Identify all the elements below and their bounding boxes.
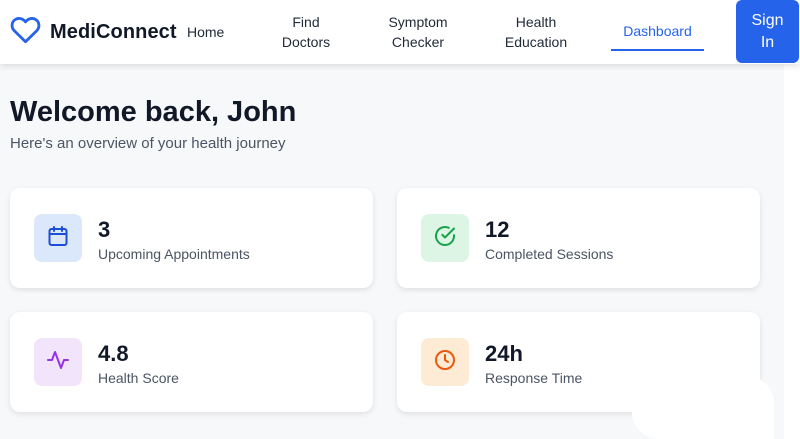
stat-label: Response Time [485, 370, 583, 386]
page-title: Welcome back, John [10, 96, 297, 128]
heart-icon [10, 16, 41, 49]
nav-symptom-checker[interactable]: Symptom Checker [382, 12, 454, 52]
stat-card-upcoming-appointments[interactable]: 3 Upcoming Appointments [10, 188, 373, 288]
nav-dashboard[interactable]: Dashboard [611, 21, 704, 51]
nav-health-education[interactable]: Health Education [500, 12, 572, 52]
page-subtitle: Here's an overview of your health journe… [10, 135, 286, 152]
nav-health-education-line2: Education [504, 34, 568, 50]
stat-value: 4.8 [98, 341, 129, 366]
stat-value: 12 [485, 217, 510, 242]
top-navbar: MediConnect Home Find Doctors Symptom Ch… [0, 0, 800, 64]
page-edge [784, 64, 800, 439]
stat-icon-box [421, 338, 469, 386]
stat-value: 3 [98, 217, 111, 242]
stat-label: Health Score [98, 370, 179, 386]
brand-logo[interactable]: MediConnect [10, 16, 177, 49]
stat-icon-box [421, 214, 469, 262]
stat-value: 24h [485, 341, 523, 366]
sign-in-button[interactable]: Sign In [736, 0, 799, 63]
check-circle-icon [433, 224, 457, 253]
sign-in-line1: Sign [751, 11, 784, 29]
overlay-patch [632, 376, 774, 439]
nav-symptom-checker-line1: Symptom [388, 14, 448, 30]
brand-name: MediConnect [50, 20, 177, 43]
stat-icon-box [34, 338, 82, 386]
activity-icon [46, 348, 70, 377]
nav-symptom-checker-line2: Checker [391, 34, 445, 50]
nav-home[interactable]: Home [187, 22, 224, 42]
nav-find-doctors-line2: Doctors [281, 34, 331, 50]
stat-card-completed-sessions[interactable]: 12 Completed Sessions [397, 188, 760, 288]
nav-health-education-line1: Health [515, 14, 557, 30]
calendar-icon [46, 224, 70, 253]
stat-label: Completed Sessions [485, 246, 614, 262]
stat-label: Upcoming Appointments [98, 246, 250, 262]
nav-find-doctors[interactable]: Find Doctors [270, 12, 342, 52]
stat-icon-box [34, 214, 82, 262]
nav-find-doctors-line1: Find [292, 14, 320, 30]
sign-in-line2: In [760, 33, 775, 51]
clock-icon [433, 348, 457, 377]
stat-card-health-score[interactable]: 4.8 Health Score [10, 312, 373, 412]
